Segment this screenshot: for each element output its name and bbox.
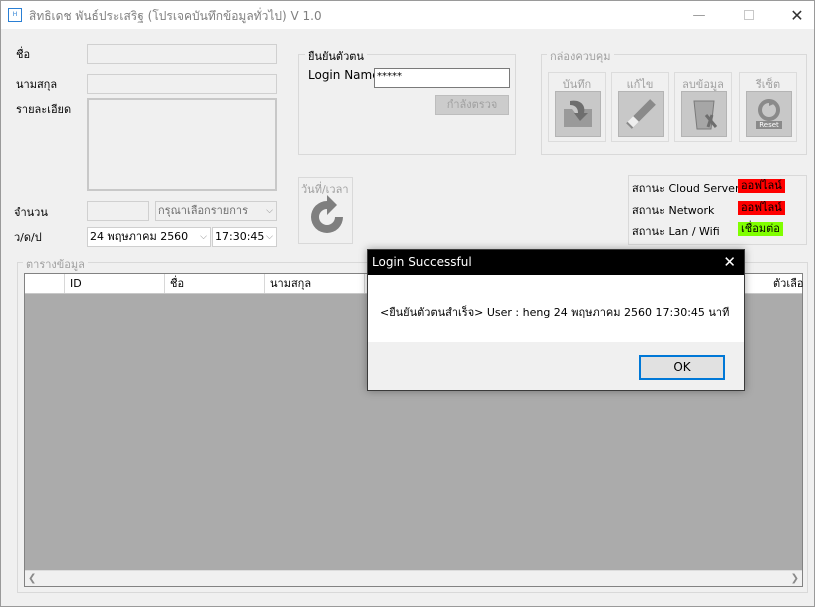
check-button[interactable]: กำลังตรวจ	[435, 95, 509, 115]
detail-textarea[interactable]	[87, 98, 277, 191]
minimize-button[interactable]: —	[676, 1, 722, 29]
delete-button[interactable]: ลบข้อมูล	[674, 72, 732, 142]
cloud-status-label: สถานะ Cloud Server	[632, 182, 740, 195]
window-title: สิทธิเดช พันธ์ประเสริฐ (โปรเจคบันทึกข้อม…	[29, 9, 322, 23]
item-select-value: กรุณาเลือกรายการ	[158, 204, 248, 217]
reset-button[interactable]: รีเซ็ต Reset	[739, 72, 797, 142]
chevron-down-icon: ⌵	[266, 232, 273, 242]
time-picker[interactable]: 17:30:45 ⌵	[212, 227, 277, 247]
column-header-name[interactable]: ชื่อ	[165, 274, 265, 293]
login-success-dialog: Login Successful ✕ <ยืนยันตัวตนสำเร็จ> U…	[367, 249, 745, 391]
scroll-right-icon[interactable]: ❯	[791, 571, 799, 586]
minimize-icon: —	[692, 7, 706, 23]
login-password-input[interactable]: *****	[374, 68, 510, 88]
trash-icon	[681, 91, 727, 137]
lan-status-label: สถานะ Lan / Wifi	[632, 225, 720, 238]
column-header-surname[interactable]: นามสกุล	[265, 274, 365, 293]
dialog-title-bar: Login Successful	[368, 250, 744, 275]
scroll-left-icon[interactable]: ❮	[28, 571, 36, 586]
login-group-title: ยืนยันตัวตน	[305, 47, 367, 65]
time-value: 17:30:45	[215, 230, 265, 243]
close-icon: ✕	[790, 5, 804, 25]
network-status-label: สถานะ Network	[632, 204, 715, 217]
chevron-down-icon: ⌵	[200, 232, 207, 242]
ok-button[interactable]: OK	[639, 355, 725, 380]
dialog-message: <ยืนยันตัวตนสำเร็จ> User : heng 24 พฤษภา…	[380, 306, 730, 319]
control-group-title: กล่องควบคุม	[547, 47, 614, 65]
maximize-icon	[744, 10, 754, 20]
table-group-title: ตารางข้อมูล	[23, 255, 88, 273]
date-picker[interactable]: 24 พฤษภาคม 2560 ⌵	[87, 227, 211, 247]
date-label: ว/ด/ป	[14, 231, 42, 244]
column-header-option[interactable]: ตัวเลือ	[768, 274, 808, 293]
amount-label: จำนวน	[14, 206, 48, 219]
refresh-button[interactable]	[305, 195, 349, 239]
edit-icon	[618, 91, 664, 137]
close-button[interactable]: ✕	[774, 1, 820, 29]
surname-label: นามสกุล	[16, 78, 58, 91]
grid-row-header	[25, 274, 65, 293]
horizontal-scrollbar[interactable]: ❮ ❯	[25, 570, 802, 586]
network-status-badge: ออฟไลน์	[738, 201, 785, 215]
name-input[interactable]	[87, 44, 277, 64]
reset-icon: Reset	[746, 91, 792, 137]
item-select[interactable]: กรุณาเลือกรายการ ⌵	[155, 201, 277, 221]
name-label: ชื่อ	[16, 48, 31, 61]
reset-icon-text: Reset	[756, 121, 782, 129]
cloud-status-badge: ออฟไลน์	[738, 179, 785, 193]
dialog-close-button[interactable]: ✕	[723, 250, 736, 275]
save-button[interactable]: บันทึก	[548, 72, 606, 142]
maximize-button[interactable]	[726, 1, 772, 29]
edit-button[interactable]: แก้ไข	[611, 72, 669, 142]
chevron-down-icon: ⌵	[266, 206, 273, 216]
close-icon: ✕	[723, 253, 736, 271]
save-icon	[555, 91, 601, 137]
lan-status-badge: เชื่อมต่อ	[738, 222, 783, 236]
app-icon: H	[8, 8, 22, 22]
title-bar: H สิทธิเดช พันธ์ประเสริฐ (โปรเจคบันทึกข้…	[1, 1, 814, 29]
detail-label: รายละเอียด	[16, 103, 72, 116]
refresh-icon	[311, 195, 343, 233]
date-value: 24 พฤษภาคม 2560	[90, 230, 189, 243]
login-name-label: Login Name	[308, 68, 380, 82]
dialog-title: Login Successful	[372, 255, 472, 269]
amount-input[interactable]	[87, 201, 149, 221]
surname-input[interactable]	[87, 74, 277, 94]
column-header-id[interactable]: ID	[65, 274, 165, 293]
